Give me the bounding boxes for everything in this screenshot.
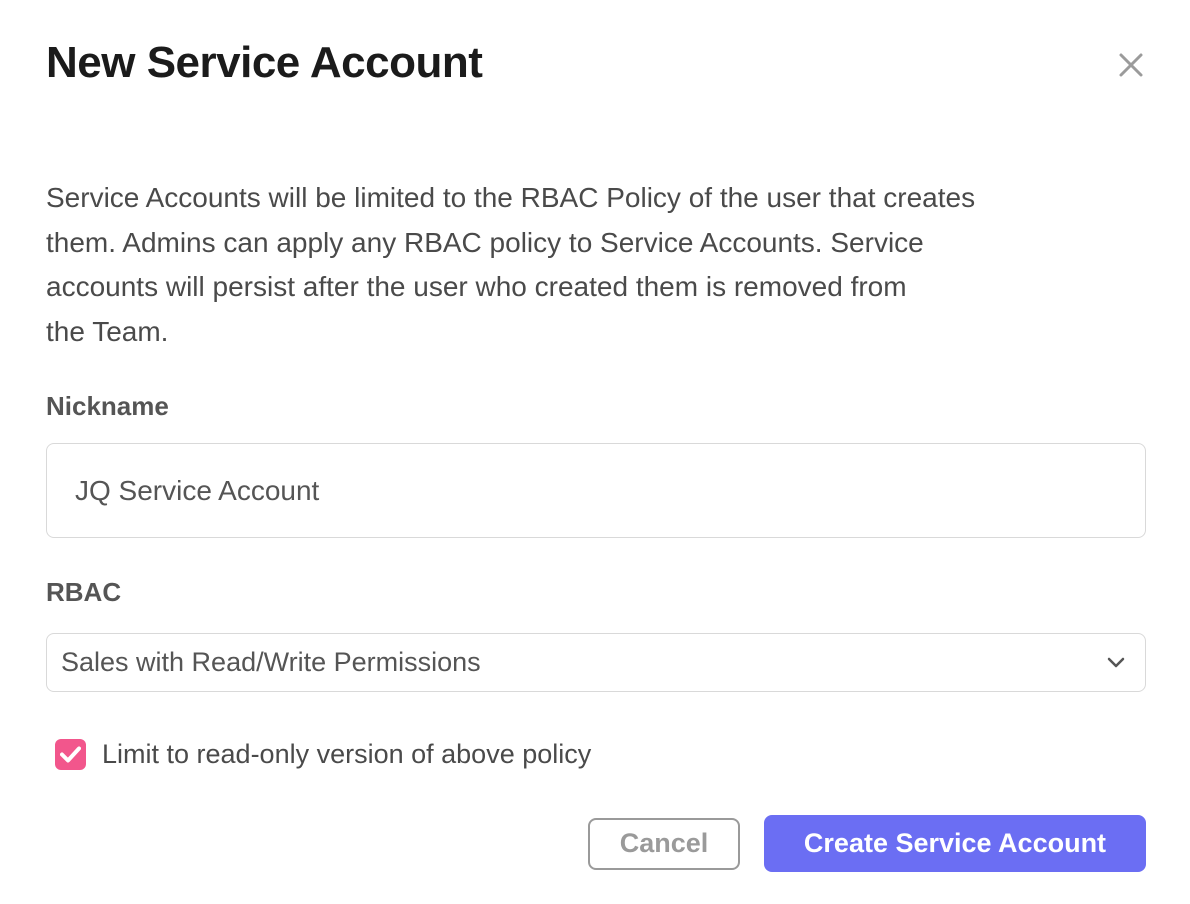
modal-description: Service Accounts will be limited to the … [46, 176, 1146, 354]
rbac-select[interactable]: Sales with Read/Write Permissions [46, 633, 1146, 692]
create-service-account-button[interactable]: Create Service Account [764, 815, 1146, 872]
description-line: Service Accounts will be limited to the … [46, 176, 1146, 221]
chevron-down-icon [1107, 657, 1125, 669]
cancel-button[interactable]: Cancel [588, 818, 740, 870]
readonly-checkbox-label: Limit to read-only version of above poli… [102, 739, 591, 770]
description-line: accounts will persist after the user who… [46, 265, 1146, 310]
new-service-account-modal: New Service Account Service Accounts wil… [0, 0, 1190, 904]
description-line: them. Admins can apply any RBAC policy t… [46, 221, 1146, 266]
nickname-input[interactable] [46, 443, 1146, 538]
description-line: the Team. [46, 310, 1146, 355]
close-icon [1116, 50, 1146, 80]
modal-title: New Service Account [46, 38, 482, 88]
rbac-selected-value: Sales with Read/Write Permissions [61, 647, 1107, 678]
modal-actions: Cancel Create Service Account [588, 815, 1146, 872]
nickname-label: Nickname [46, 391, 169, 422]
checkbox-checked-icon[interactable] [55, 739, 86, 770]
rbac-label: RBAC [46, 577, 121, 608]
close-button[interactable] [1114, 48, 1148, 82]
readonly-checkbox-row[interactable]: Limit to read-only version of above poli… [55, 739, 591, 770]
